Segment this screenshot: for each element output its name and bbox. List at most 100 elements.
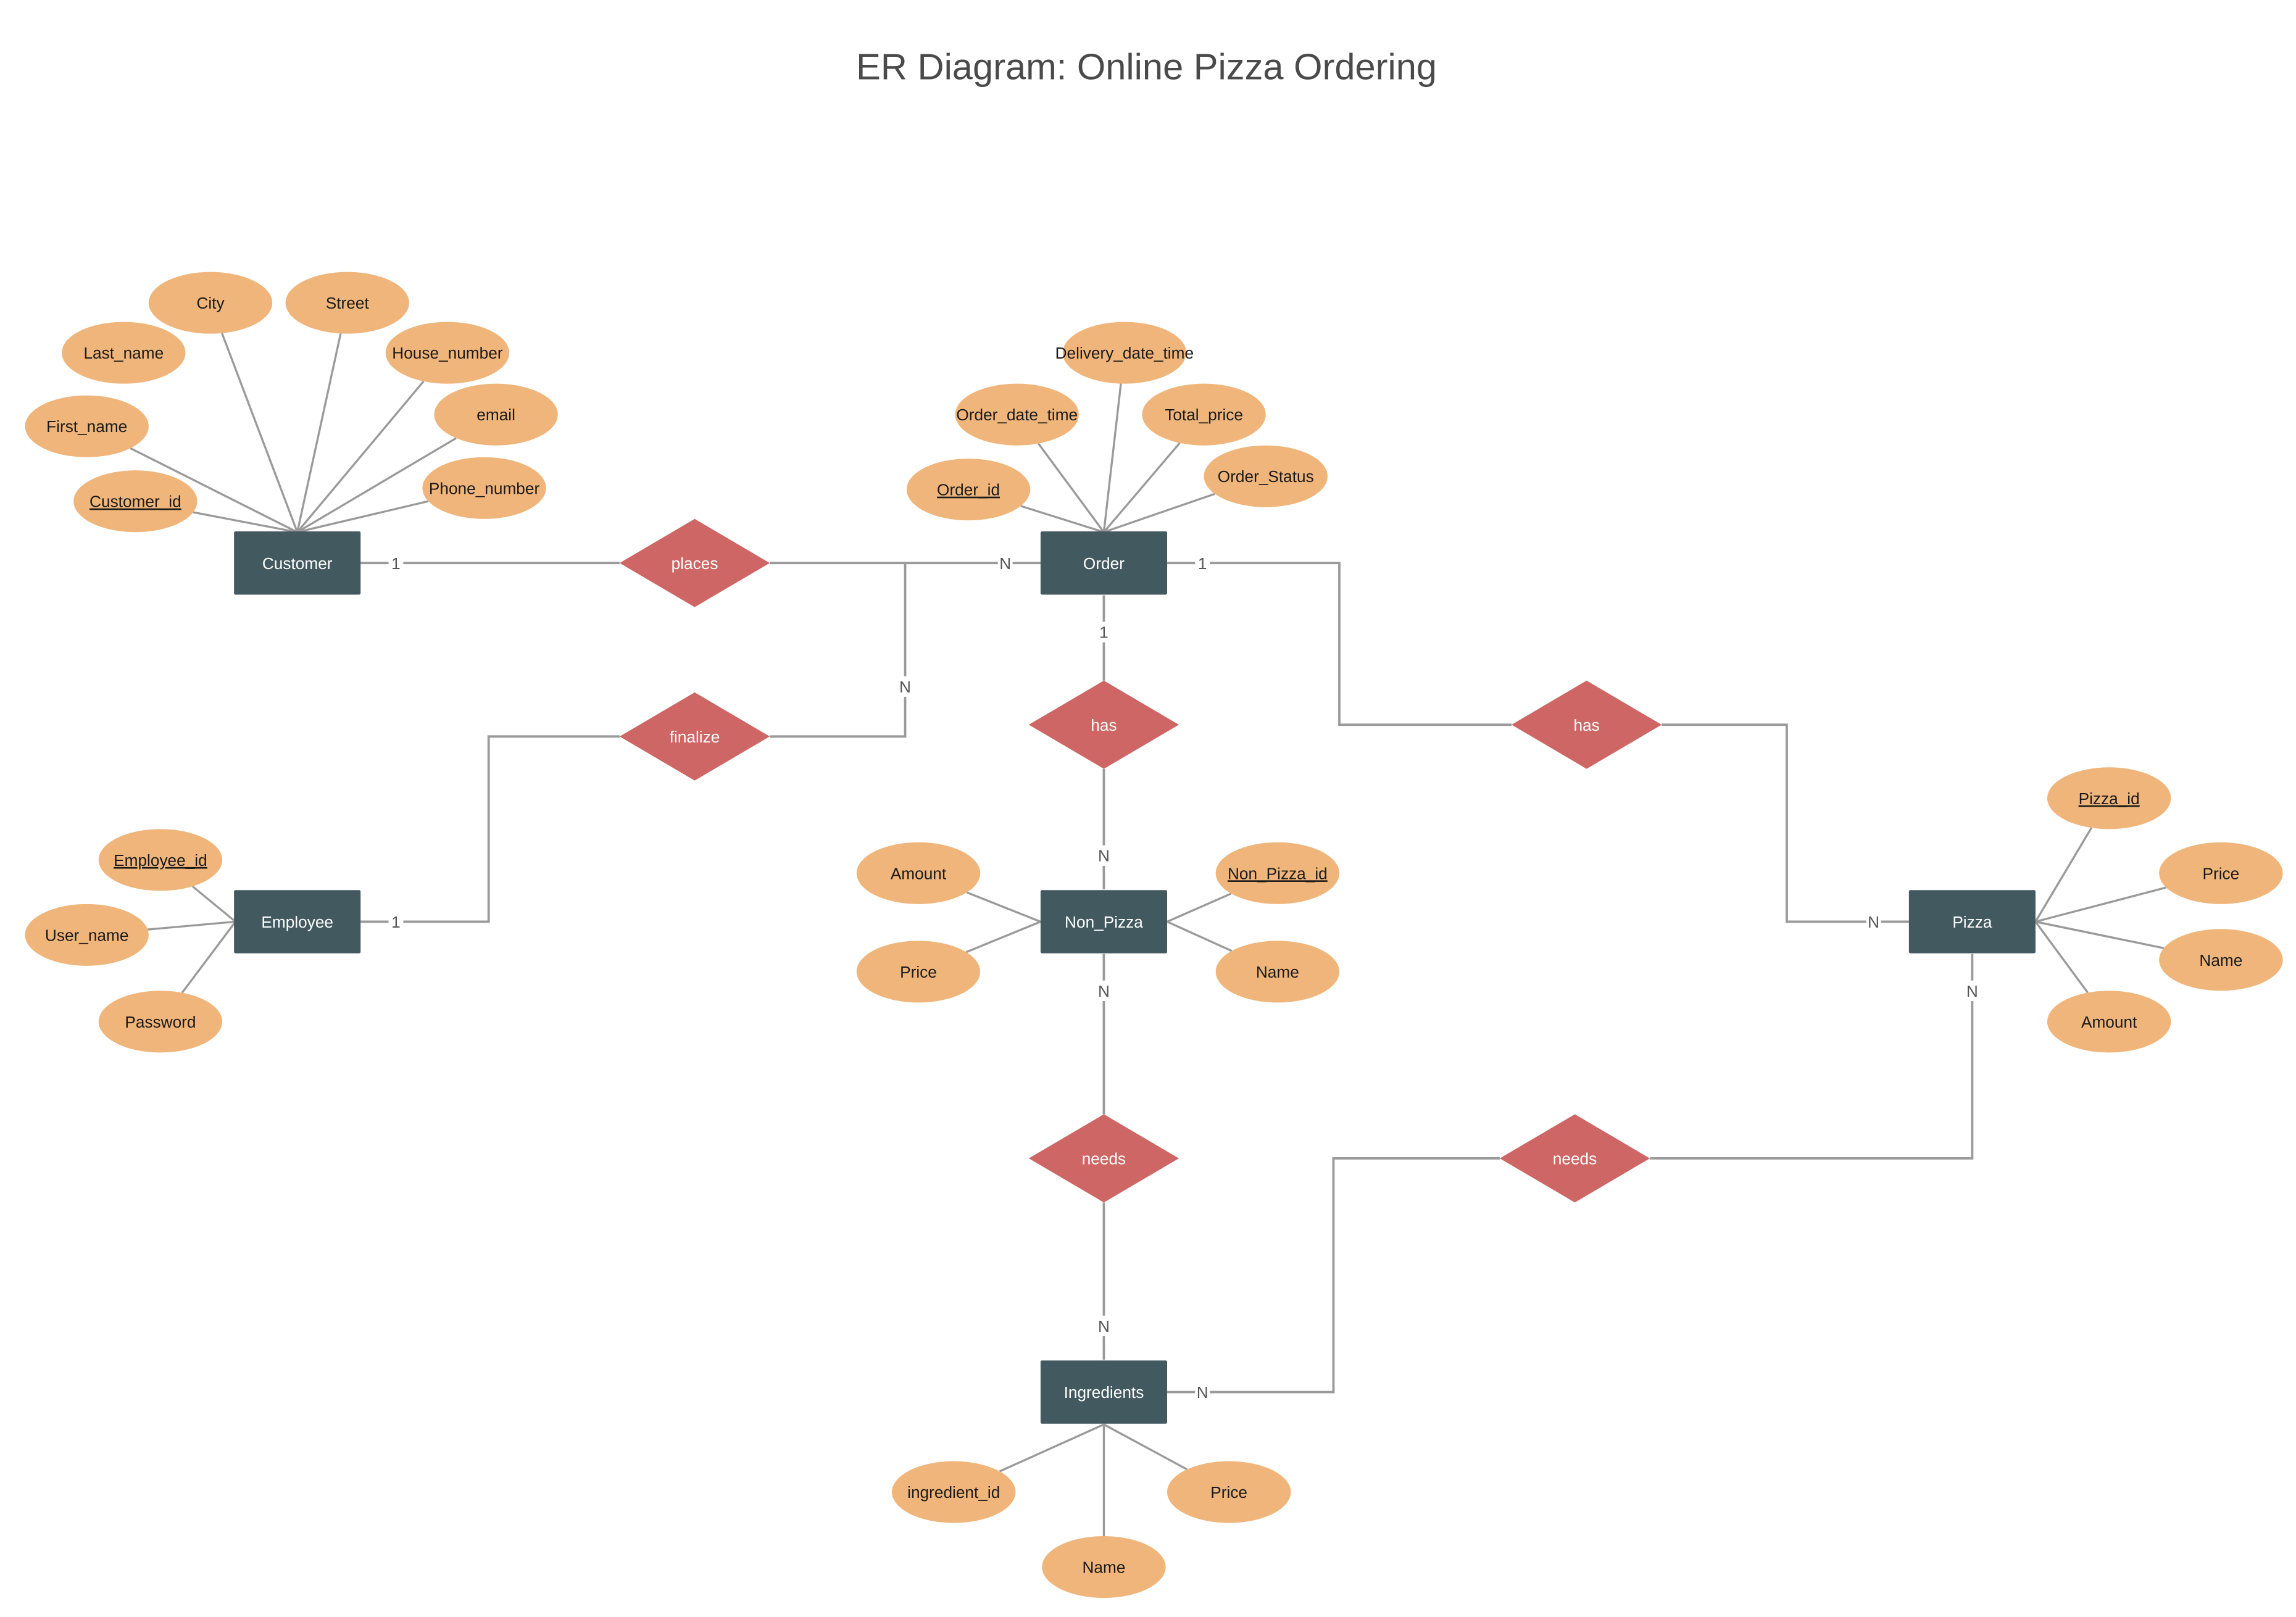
relationship-needs-pizza[interactable]: needs <box>1499 1114 1650 1203</box>
relationship-label: needs <box>1082 1149 1126 1168</box>
attribute-employee-employee_id[interactable]: Employee_id <box>98 829 223 891</box>
relationship-finalize[interactable]: finalize <box>619 692 770 781</box>
connector-line <box>360 735 620 923</box>
attribute-link-line <box>1103 1423 1188 1471</box>
cardinality-label: 1 <box>391 554 401 573</box>
attribute-order-total_price[interactable]: Total_price <box>1142 383 1266 446</box>
attribute-label: Street <box>326 294 370 312</box>
entity-non-pizza[interactable]: Non_Pizza <box>1040 890 1167 954</box>
entity-ingredients[interactable]: Ingredients <box>1040 1360 1167 1424</box>
relationship-label: finalize <box>670 728 720 746</box>
attribute-link-line <box>191 885 236 923</box>
cardinality-label: N <box>1868 913 1879 931</box>
attribute-customer-last_name[interactable]: Last_name <box>62 322 186 384</box>
relationship-label: has <box>1573 716 1599 734</box>
cardinality-label: N <box>999 554 1011 573</box>
attribute-link-line <box>296 333 342 533</box>
attribute-customer-city[interactable]: City <box>148 272 273 334</box>
relationship-has-nonpizza[interactable]: has <box>1028 680 1179 769</box>
attribute-order-delivery_date_time[interactable]: Delivery_date_time <box>1055 322 1194 384</box>
entity-employee[interactable]: Employee <box>234 890 361 954</box>
attribute-link-line <box>2035 886 2167 923</box>
cardinality-label: N <box>899 678 911 696</box>
entity-customer[interactable]: Customer <box>234 531 361 595</box>
attribute-pizza-name[interactable]: Name <box>2159 929 2283 991</box>
entity-label: Order <box>1083 554 1125 573</box>
connector-line <box>1167 1157 1500 1394</box>
entity-label: Pizza <box>1952 913 1992 931</box>
relationship-places[interactable]: places <box>619 518 770 607</box>
attribute-label: City <box>196 294 225 312</box>
attribute-ingredients-ingredient_id[interactable]: ingredient_id <box>892 1461 1016 1523</box>
attribute-label: Customer_id <box>89 493 181 511</box>
attribute-label: User_name <box>45 926 129 944</box>
attribute-link-line <box>296 380 425 533</box>
attribute-pizza-amount[interactable]: Amount <box>2047 991 2171 1053</box>
attribute-ingredients-name[interactable]: Name <box>1042 1536 1166 1598</box>
attribute-order-order_id[interactable]: Order_id <box>906 459 1031 521</box>
attribute-customer-phone_number[interactable]: Phone_number <box>422 457 546 519</box>
attribute-link-line <box>1020 505 1104 533</box>
attribute-ingredients-price[interactable]: Price <box>1167 1461 1291 1523</box>
relationship-label: needs <box>1553 1149 1597 1168</box>
attribute-non_pizza-name[interactable]: Name <box>1215 941 1339 1003</box>
relationship-has-pizza[interactable]: has <box>1512 680 1662 769</box>
attribute-customer-customer_id[interactable]: Customer_id <box>73 470 198 533</box>
attribute-label: Order_date_time <box>956 405 1078 424</box>
attribute-pizza-pizza_id[interactable]: Pizza_id <box>2047 767 2171 829</box>
relationship-label: has <box>1091 716 1117 734</box>
attribute-label: Total_price <box>1165 405 1243 424</box>
attribute-employee-user_name[interactable]: User_name <box>25 904 149 966</box>
attribute-label: Password <box>125 1013 196 1031</box>
connector-line <box>1167 562 1512 726</box>
attribute-link-line <box>2034 827 2093 923</box>
attribute-label: Delivery_date_time <box>1055 344 1194 362</box>
attribute-link-line <box>2034 921 2089 994</box>
attribute-link-line <box>1102 383 1122 533</box>
relationships-layer: places finalize has has needs needs <box>619 518 1662 1203</box>
attribute-label: Name <box>1082 1558 1125 1577</box>
relationship-needs-nonpizza[interactable]: needs <box>1028 1114 1179 1203</box>
attribute-label: Non_Pizza_id <box>1228 864 1328 883</box>
attribute-link-line <box>999 1423 1105 1473</box>
entities-layer: Customer Order Employee Non_Pizza Pizza Ingre… <box>234 531 2036 1424</box>
entity-order[interactable]: Order <box>1040 531 1167 595</box>
attribute-link-line <box>2035 920 2165 949</box>
attribute-pizza-price[interactable]: Price <box>2159 842 2283 904</box>
attribute-label: Price <box>900 963 937 981</box>
attribute-customer-email[interactable]: email <box>434 383 558 446</box>
relationship-label: places <box>672 554 718 573</box>
connector-line <box>1662 723 1909 923</box>
attribute-order-order_date_time[interactable]: Order_date_time <box>955 383 1079 446</box>
attribute-label: Name <box>1256 963 1299 981</box>
connectors-layer <box>360 562 1974 1394</box>
attribute-customer-first_name[interactable]: First_name <box>25 395 149 457</box>
attribute-link-line <box>297 500 429 533</box>
attribute-label: First_name <box>46 417 127 436</box>
cardinality-label: N <box>1098 847 1110 865</box>
attribute-label: ingredient_id <box>907 1483 1000 1502</box>
diagram-title: ER Diagram: Online Pizza Ordering <box>856 46 1437 88</box>
cardinality-label: N <box>1966 982 1978 1000</box>
attribute-customer-house_number[interactable]: House_number <box>385 322 510 384</box>
attribute-non_pizza-price[interactable]: Price <box>856 941 981 1003</box>
cardinality-label: 1 <box>391 913 401 931</box>
attribute-employee-password[interactable]: Password <box>98 991 223 1053</box>
attribute-link-line <box>221 333 299 533</box>
cardinality-label: N <box>1098 982 1110 1000</box>
attribute-link-line <box>148 920 236 931</box>
attribute-customer-street[interactable]: Street <box>285 272 409 334</box>
attribute-label: Price <box>1210 1483 1247 1502</box>
entity-pizza[interactable]: Pizza <box>1908 890 2036 954</box>
attribute-link-line <box>1038 443 1105 533</box>
cardinality-label: 1 <box>1099 623 1108 642</box>
attribute-non_pizza-amount[interactable]: Amount <box>856 842 981 904</box>
attribute-label: Pizza_id <box>2079 789 2140 808</box>
cardinality-label: N <box>1098 1317 1110 1336</box>
attribute-non_pizza-non_pizza_id[interactable]: Non_Pizza_id <box>1215 842 1339 904</box>
entity-label: Employee <box>261 913 333 931</box>
attribute-label: Order_id <box>937 481 1000 499</box>
entity-label: Ingredients <box>1064 1383 1144 1402</box>
attribute-label: Phone_number <box>429 479 540 497</box>
attribute-order-order_status[interactable]: Order_Status <box>1204 445 1328 507</box>
